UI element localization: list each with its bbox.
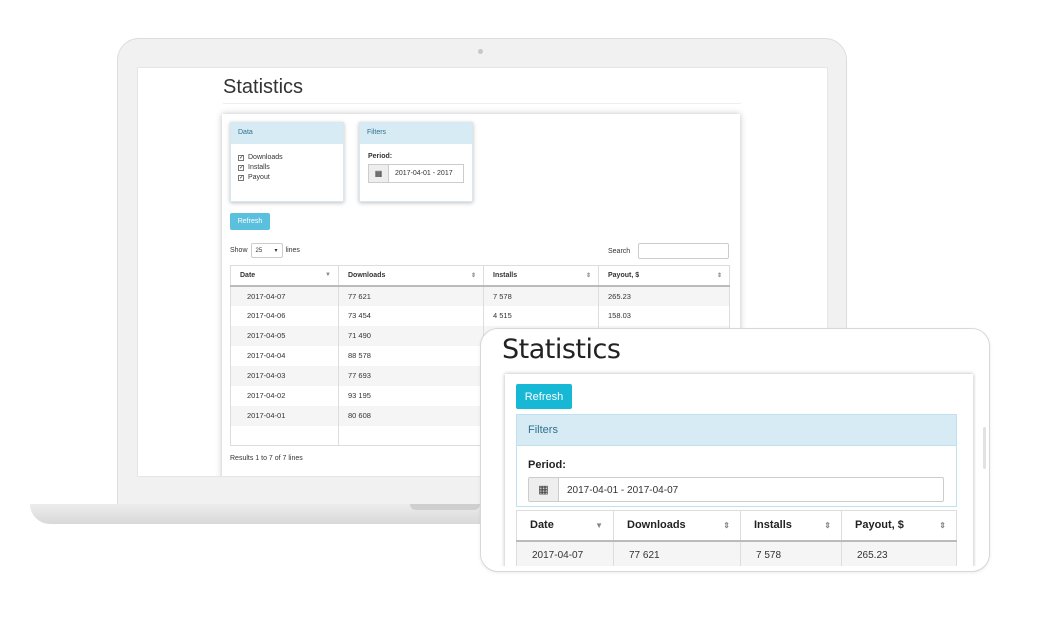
sort-icon: ⇕ bbox=[716, 273, 722, 279]
column-label: Installs bbox=[754, 519, 792, 532]
laptop-notch bbox=[410, 504, 480, 510]
table-row: 2017-04-07 77 621 7 578 265.23 bbox=[516, 540, 957, 566]
period-label: Period: bbox=[528, 459, 566, 471]
cell-downloads: 88 578 bbox=[338, 345, 484, 366]
column-header-installs[interactable]: Installs ⇕ bbox=[483, 265, 599, 287]
sort-icon: ⇕ bbox=[939, 521, 946, 530]
column-label: Date bbox=[240, 271, 256, 279]
filters-box: Filters Period: ▦ 2017-04-01 - 2017-04-0… bbox=[516, 414, 957, 507]
column-header-payout[interactable]: Payout, $ ⇕ bbox=[598, 265, 730, 287]
table-header-row: Date ▼ Downloads ⇕ Installs ⇕ Payout, $ ⇕ bbox=[230, 265, 730, 287]
refresh-button[interactable]: Refresh bbox=[516, 384, 572, 409]
calendar-icon[interactable]: ▦ bbox=[529, 478, 559, 501]
date-range-value[interactable]: 2017-04-01 - 2017 bbox=[389, 165, 459, 182]
search-input[interactable] bbox=[638, 243, 730, 259]
cell-date: 2017-04-03 bbox=[230, 365, 339, 386]
data-box: Data ✓ Downloads ✓ Installs ✓ Payout bbox=[230, 122, 344, 202]
calendar-icon[interactable]: ▦ bbox=[369, 165, 389, 182]
search-control: Search bbox=[608, 243, 730, 259]
title-divider bbox=[223, 103, 741, 104]
date-range-value[interactable]: 2017-04-01 - 2017-04-07 bbox=[559, 478, 686, 501]
cell-downloads: 80 608 bbox=[338, 405, 484, 426]
cell-payout: 265.23 bbox=[841, 540, 957, 566]
cell-payout: 265.23 bbox=[598, 285, 730, 306]
laptop-camera bbox=[478, 49, 483, 54]
checkbox-checked-icon[interactable]: ✓ bbox=[238, 174, 244, 181]
checkbox-label: Installs bbox=[248, 164, 270, 171]
checkbox-checked-icon[interactable]: ✓ bbox=[238, 154, 244, 161]
checkbox-installs[interactable]: ✓ Installs bbox=[238, 164, 343, 171]
cell-downloads: 73 454 bbox=[338, 305, 484, 326]
column-header-payout[interactable]: Payout, $ ⇕ bbox=[841, 510, 957, 542]
cell-date: 2017-04-06 bbox=[230, 305, 339, 326]
sort-icon: ⇕ bbox=[723, 521, 730, 530]
column-label: Installs bbox=[493, 271, 518, 279]
cell-downloads: 77 693 bbox=[338, 365, 484, 386]
column-label: Payout, $ bbox=[855, 519, 904, 532]
cell-date: 2017-04-07 bbox=[230, 285, 339, 306]
cell-installs: 7 578 bbox=[483, 285, 599, 306]
refresh-button[interactable]: Refresh bbox=[230, 213, 270, 230]
period-label: Period: bbox=[368, 153, 393, 160]
column-header-date[interactable]: Date ▼ bbox=[230, 265, 339, 287]
table-header-row: Date ▼ Downloads ⇕ Installs ⇕ Payout, $ ⇕ bbox=[516, 510, 957, 542]
page-size-value: 25 bbox=[255, 247, 263, 254]
cell-installs: 4 515 bbox=[483, 305, 599, 326]
column-label: Downloads bbox=[348, 271, 386, 279]
checkbox-downloads[interactable]: ✓ Downloads bbox=[238, 154, 343, 161]
tablet-side-button bbox=[983, 427, 986, 469]
table-row: 2017-04-07 77 621 7 578 265.23 bbox=[230, 285, 730, 306]
column-header-date[interactable]: Date ▼ bbox=[516, 510, 614, 542]
column-header-downloads[interactable]: Downloads ⇕ bbox=[613, 510, 741, 542]
checkbox-payout[interactable]: ✓ Payout bbox=[238, 174, 343, 181]
column-label: Date bbox=[530, 519, 554, 532]
column-header-installs[interactable]: Installs ⇕ bbox=[740, 510, 842, 542]
cell-downloads: 77 621 bbox=[613, 540, 741, 566]
statistics-table: Date ▼ Downloads ⇕ Installs ⇕ Payout, $ ⇕ 20… bbox=[516, 510, 957, 566]
date-range-input[interactable]: ▦ 2017-04-01 - 2017 bbox=[368, 164, 464, 183]
cell-payout: 158.03 bbox=[598, 305, 730, 326]
cell-date: 2017-04-02 bbox=[230, 385, 339, 406]
cell-installs: 7 578 bbox=[740, 540, 842, 566]
cell-date: 2017-04-07 bbox=[516, 540, 614, 566]
statistics-panel: Refresh Filters Period: ▦ 2017-04-01 - 2… bbox=[505, 374, 973, 566]
page-size-control: Show 25 ▾ lines bbox=[230, 243, 300, 258]
cell-date: 2017-04-05 bbox=[230, 325, 339, 346]
tablet-screen: Statistics Refresh Filters Period: ▦ 201… bbox=[498, 334, 976, 566]
cell-downloads: 77 621 bbox=[338, 285, 484, 306]
page-title: Statistics bbox=[223, 76, 304, 98]
caret-down-icon: ▾ bbox=[274, 248, 278, 254]
search-label: Search bbox=[608, 247, 631, 255]
table-row: 2017-04-06 73 454 4 515 158.03 bbox=[230, 305, 730, 326]
page-title: Statistics bbox=[502, 334, 621, 365]
sort-icon: ⇕ bbox=[824, 521, 831, 530]
cell-date: 2017-04-01 bbox=[230, 405, 339, 426]
show-label: Show bbox=[230, 247, 248, 254]
column-header-downloads[interactable]: Downloads ⇕ bbox=[338, 265, 484, 287]
caret-down-icon: ▼ bbox=[595, 521, 603, 530]
cell-downloads: 93 195 bbox=[338, 385, 484, 406]
data-box-header: Data bbox=[231, 123, 343, 144]
filters-box: Filters Period: ▦ 2017-04-01 - 2017 bbox=[359, 122, 473, 202]
cell-date: 2017-04-04 bbox=[230, 345, 339, 366]
filters-box-header: Filters bbox=[517, 415, 956, 446]
caret-down-icon: ▼ bbox=[325, 272, 331, 278]
sort-icon: ⇕ bbox=[470, 273, 476, 279]
column-label: Downloads bbox=[627, 519, 686, 532]
filters-box-header: Filters bbox=[360, 123, 472, 144]
checkbox-label: Payout bbox=[248, 174, 270, 181]
cell-downloads: 71 490 bbox=[338, 325, 484, 346]
page-size-select[interactable]: 25 ▾ bbox=[250, 243, 283, 258]
sort-icon: ⇕ bbox=[585, 273, 591, 279]
date-range-input[interactable]: ▦ 2017-04-01 - 2017-04-07 bbox=[528, 477, 944, 502]
checkbox-label: Downloads bbox=[248, 154, 283, 161]
checkbox-checked-icon[interactable]: ✓ bbox=[238, 164, 244, 171]
results-info: Results 1 to 7 of 7 lines bbox=[230, 455, 303, 462]
column-label: Payout, $ bbox=[608, 271, 640, 279]
lines-label: lines bbox=[285, 247, 300, 254]
